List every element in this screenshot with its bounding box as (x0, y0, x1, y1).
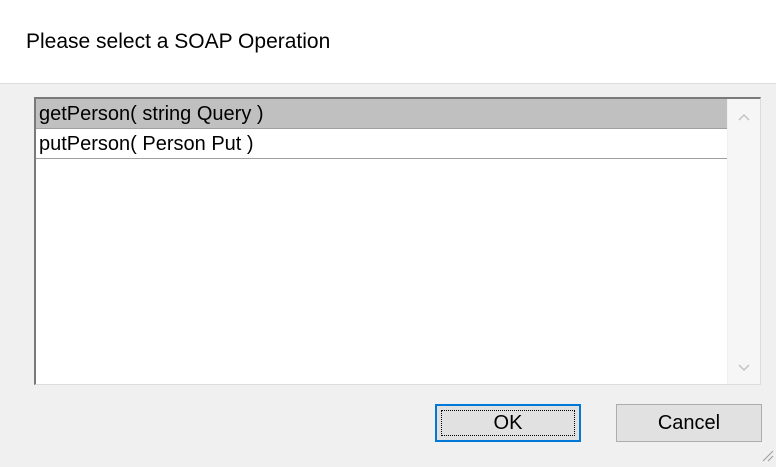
dialog-header: Please select a SOAP Operation (0, 0, 776, 84)
list-item-put-person[interactable]: putPerson( Person Put ) (36, 129, 728, 159)
resize-grip-icon[interactable] (758, 446, 774, 462)
chevron-up-icon[interactable] (728, 101, 760, 131)
vertical-scrollbar[interactable] (727, 99, 760, 384)
operation-list: getPerson( string Query ) putPerson( Per… (36, 99, 728, 384)
cancel-button[interactable]: Cancel (616, 404, 762, 442)
chevron-down-icon[interactable] (728, 352, 760, 382)
soap-operation-dialog: Please select a SOAP Operation getPerson… (0, 0, 776, 464)
list-item-get-person[interactable]: getPerson( string Query ) (36, 99, 728, 129)
ok-button[interactable]: OK (435, 404, 581, 442)
cancel-button-label: Cancel (657, 412, 721, 434)
operation-listbox[interactable]: getPerson( string Query ) putPerson( Per… (34, 97, 761, 385)
dialog-title: Please select a SOAP Operation (26, 30, 331, 53)
focus-ring (441, 410, 575, 436)
